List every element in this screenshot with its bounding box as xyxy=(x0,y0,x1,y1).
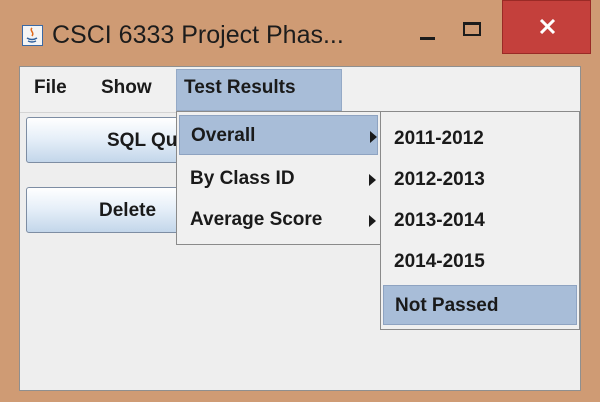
menu-test-results-label: Test Results xyxy=(184,77,296,98)
maximize-icon[interactable] xyxy=(451,18,501,56)
menu-item-by-class-id-label: By Class ID xyxy=(190,168,295,189)
menu-item-average-score[interactable]: Average Score xyxy=(179,200,378,240)
close-icon xyxy=(539,19,556,34)
menu-item-by-class-id[interactable]: By Class ID xyxy=(179,159,378,199)
sql-query-button-label: SQL Qu xyxy=(107,130,178,151)
submenu-arrow-icon xyxy=(370,131,377,143)
menu-item-2011-2012[interactable]: 2011-2012 xyxy=(383,119,577,159)
test-results-dropdown: Overall By Class ID Average Score xyxy=(176,111,381,245)
java-icon[interactable] xyxy=(22,25,43,46)
menu-item-average-score-label: Average Score xyxy=(190,209,323,230)
delete-button-label: Delete xyxy=(99,200,157,221)
menu-item-2014-2015[interactable]: 2014-2015 xyxy=(383,242,577,282)
application-window: CSCI 6333 Project Phas... File Show Test… xyxy=(0,0,600,402)
menu-file[interactable]: File xyxy=(34,77,67,99)
submenu-arrow-icon xyxy=(369,215,376,227)
menu-show[interactable]: Show xyxy=(101,77,152,99)
menu-item-label: 2011-2012 xyxy=(394,128,484,149)
menu-item-label: Not Passed xyxy=(395,295,499,316)
menu-item-label: 2012-2013 xyxy=(394,169,485,190)
menu-item-label: 2014-2015 xyxy=(394,251,485,272)
menu-item-overall[interactable]: Overall xyxy=(179,115,378,155)
menu-bar: File Show Test Results xyxy=(20,67,580,113)
menu-item-not-passed[interactable]: Not Passed xyxy=(383,285,577,325)
menu-item-label: 2013-2014 xyxy=(394,210,485,231)
close-button[interactable] xyxy=(502,0,591,54)
title-bar[interactable]: CSCI 6333 Project Phas... xyxy=(0,0,600,66)
minimize-icon[interactable] xyxy=(407,18,451,56)
menu-item-overall-label: Overall xyxy=(191,125,256,146)
overall-submenu: 2011-2012 2012-2013 2013-2014 2014-2015 … xyxy=(380,111,580,330)
window-title: CSCI 6333 Project Phas... xyxy=(52,21,344,49)
menu-item-2012-2013[interactable]: 2012-2013 xyxy=(383,160,577,200)
menu-item-2013-2014[interactable]: 2013-2014 xyxy=(383,201,577,241)
menu-test-results[interactable]: Test Results xyxy=(176,69,342,111)
submenu-arrow-icon xyxy=(369,174,376,186)
